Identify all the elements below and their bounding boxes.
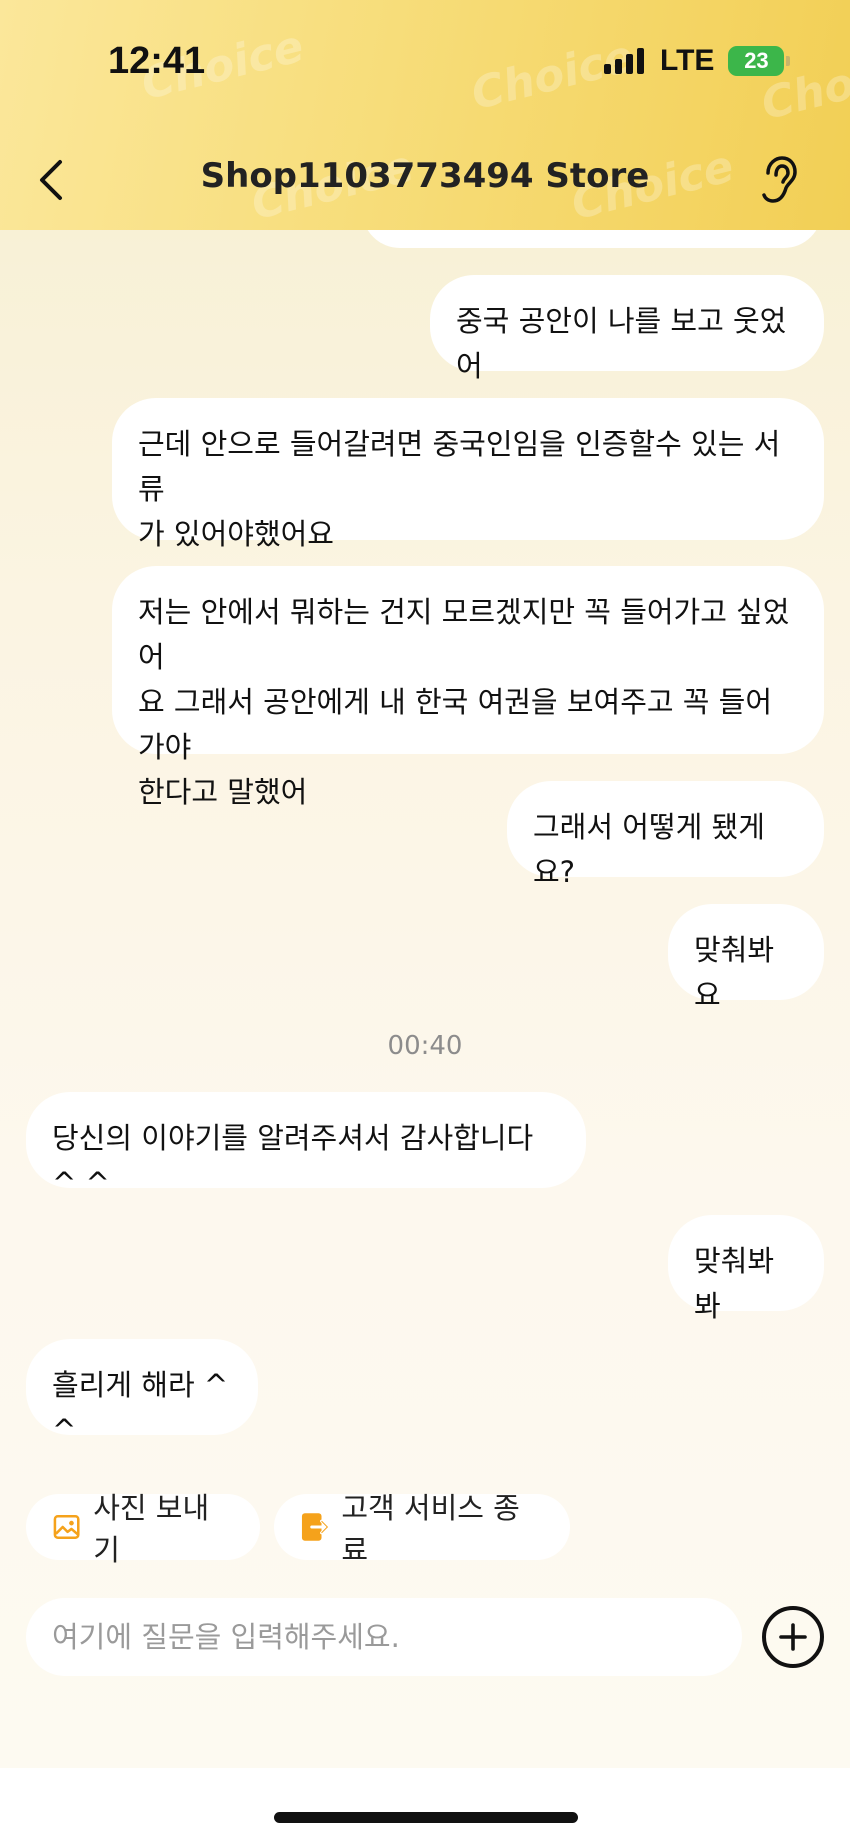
home-indicator[interactable] — [274, 1812, 578, 1823]
send-photo-label: 사진 보내기 — [93, 1491, 210, 1567]
exit-icon — [301, 1513, 329, 1541]
message-text: 그래서 어떻게 됐게요? — [533, 810, 765, 889]
chat-screen: Choice Choice Choice Choice Choice 12:41… — [0, 0, 850, 1843]
chevron-left-icon — [40, 160, 62, 200]
message-text: 맞춰봐봐 — [694, 1244, 775, 1323]
message-text: 흘리게 해라 ^ ^ — [52, 1368, 229, 1447]
battery-level: 23 — [744, 48, 769, 73]
end-service-button[interactable]: 고객 서비스 종료 — [274, 1491, 570, 1567]
network-label: LTE — [660, 44, 715, 77]
message-text: 맞춰봐요 — [694, 933, 775, 1012]
message-bubble-right: 맞춰봐봐 — [668, 1215, 824, 1323]
status-indicators: LTE 23 — [604, 44, 791, 78]
image-icon — [53, 1515, 80, 1539]
ear-icon — [762, 156, 797, 203]
end-service-label: 고객 서비스 종료 — [341, 1491, 520, 1567]
message-text-line: 저는 안에서 뭐하는 건지 모르겠지만 꼭 들어가고 싶었어 — [138, 595, 790, 674]
plus-icon — [779, 1623, 807, 1651]
signal-icon — [604, 48, 644, 74]
send-photo-button[interactable]: 사진 보내기 — [26, 1491, 260, 1567]
message-text-line: 가 있어야했어요 — [138, 517, 334, 551]
message-input-container — [26, 1598, 742, 1676]
battery-icon: 23 — [728, 46, 791, 76]
message-text-line: 요 그래서 공안에게 내 한국 여권을 보여주고 꼭 들어가야 — [138, 685, 773, 764]
message-bubble-left: 흘리게 해라 ^ ^ — [26, 1339, 258, 1447]
message-text-line: 근데 안으로 들어갈려면 중국인임을 인증할수 있는 서류 — [138, 427, 781, 506]
message-text: 당신의 이야기를 알려주셔서 감사합니다 ^ ^ — [52, 1121, 534, 1200]
message-bubble-right: 맞춰봐요 — [668, 904, 824, 1012]
page-title: Shop1103773494 Store — [200, 156, 650, 196]
message-text: 중국 공안이 나를 보고 웃었어 — [456, 304, 787, 383]
voice-button[interactable] — [752, 154, 804, 206]
message-bubble-left: 당신의 이야기를 알려주셔서 감사합니다 ^ ^ — [26, 1092, 586, 1200]
back-button[interactable] — [30, 150, 70, 210]
message-input[interactable] — [52, 1620, 742, 1654]
status-time: 12:41 — [108, 40, 206, 82]
message-bubble-right: 중국 공안이 나를 보고 웃었어 — [430, 275, 824, 383]
message-bubble-right: 근데 안으로 들어갈려면 중국인임을 인증할수 있는 서류 가 있어야했어요 — [112, 398, 824, 551]
message-bubble-right: 저는 안에서 뭐하는 건지 모르겠지만 꼭 들어가고 싶었어 요 그래서 공안에… — [112, 566, 824, 809]
add-button[interactable] — [762, 1606, 824, 1668]
header-bar: Choice Choice Choice Choice Choice 12:41… — [0, 0, 850, 230]
bottom-safe-area — [0, 1768, 850, 1843]
message-bubble-right: 그래서 어떻게 됐게요? — [507, 781, 824, 889]
message-timestamp: 00:40 — [387, 1031, 463, 1061]
